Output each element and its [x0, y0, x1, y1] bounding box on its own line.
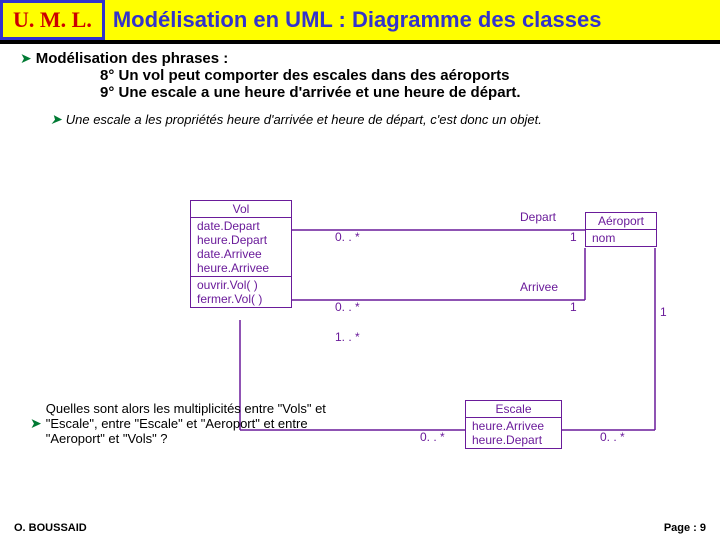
vol-name: Vol	[191, 201, 291, 218]
vol-operations: ouvrir.Vol( ) fermer.Vol( )	[191, 277, 291, 307]
assoc-depart-label: Depart	[520, 210, 556, 224]
assoc-mult: 1	[660, 305, 667, 319]
escale-attr: heure.Depart	[472, 433, 555, 447]
uml-class-escale: Escale heure.Arrivee heure.Depart	[465, 400, 562, 449]
note-row: ➤ Une escale a les propriétés heure d'ar…	[50, 111, 700, 128]
question-text: Quelles sont alors les multiplicités ent…	[46, 401, 340, 446]
arrow-icon: ➤	[50, 111, 62, 128]
aeroport-name: Aéroport	[586, 213, 656, 230]
assoc-mult: 0. . *	[335, 300, 360, 314]
vol-attributes: date.Depart heure.Depart date.Arrivee he…	[191, 218, 291, 277]
uml-class-vol: Vol date.Depart heure.Depart date.Arrive…	[190, 200, 292, 308]
assoc-mult: 0. . *	[335, 230, 360, 244]
uml-class-aeroport: Aéroport nom	[585, 212, 657, 247]
vol-attr: heure.Depart	[197, 233, 285, 247]
escale-name: Escale	[466, 401, 561, 418]
footer-author: O. BOUSSAID	[14, 522, 87, 534]
uml-diagram: Vol date.Depart heure.Depart date.Arrive…	[0, 190, 720, 470]
assoc-mult: 0. . *	[420, 430, 445, 444]
vol-attr: heure.Arrivee	[197, 261, 285, 275]
escale-attrs: heure.Arrivee heure.Depart	[466, 418, 561, 448]
phrase-8: 8° Un vol peut comporter des escales dan…	[100, 67, 700, 84]
arrow-icon: ➤	[30, 415, 42, 432]
question-block: ➤ Quelles sont alors les multiplicités e…	[30, 401, 340, 446]
arrow-icon: ➤	[20, 50, 32, 67]
assoc-mult: 0. . *	[600, 430, 625, 444]
phrase-9: 9° Une escale a une heure d'arrivée et u…	[100, 84, 700, 101]
section-heading-row: ➤ Modélisation des phrases :	[20, 50, 700, 67]
note-text: Une escale a les propriétés heure d'arri…	[66, 112, 542, 127]
vol-op: fermer.Vol( )	[197, 292, 285, 306]
assoc-mult: 1	[570, 230, 577, 244]
page-title: Modélisation en UML : Diagramme des clas…	[105, 0, 720, 40]
page-header: U. M. L. Modélisation en UML : Diagramme…	[0, 0, 720, 44]
assoc-mult: 1	[570, 300, 577, 314]
logo-box: U. M. L.	[0, 0, 105, 40]
aeroport-attr: nom	[586, 230, 656, 246]
vol-attr: date.Arrivee	[197, 247, 285, 261]
escale-attr: heure.Arrivee	[472, 419, 555, 433]
vol-op: ouvrir.Vol( )	[197, 278, 285, 292]
assoc-mult: 1. . *	[335, 330, 360, 344]
vol-attr: date.Depart	[197, 219, 285, 233]
page-footer: O. BOUSSAID Page : 9	[14, 522, 706, 534]
assoc-arrivee-label: Arrivee	[520, 280, 558, 294]
footer-page: Page : 9	[664, 522, 706, 534]
section-heading: Modélisation des phrases :	[36, 50, 229, 67]
main-content: ➤ Modélisation des phrases : 8° Un vol p…	[0, 44, 720, 128]
